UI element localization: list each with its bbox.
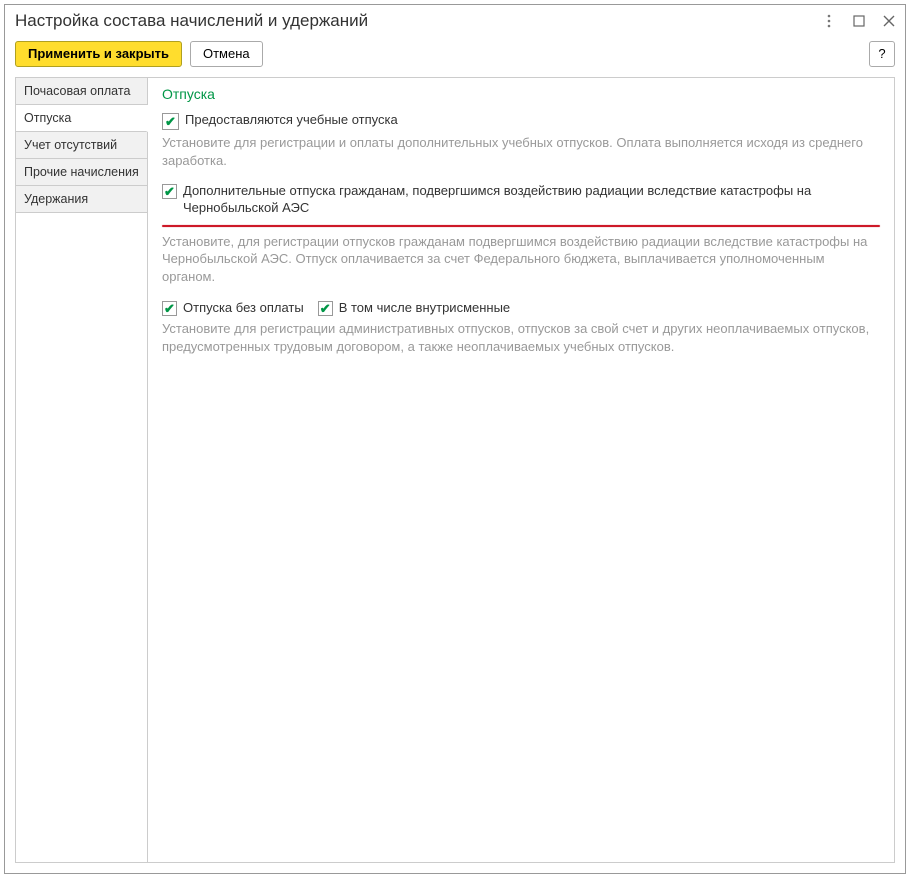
help-button[interactable]: ? xyxy=(869,41,895,67)
label-chernobyl-leave: Дополнительные отпуска гражданам, подвер… xyxy=(183,183,880,217)
apply-close-button[interactable]: Применить и закрыть xyxy=(15,41,182,67)
check-icon: ✔ xyxy=(164,302,175,315)
close-icon[interactable] xyxy=(881,13,897,29)
tab-hourly-pay[interactable]: Почасовая оплата xyxy=(16,78,147,105)
check-icon: ✔ xyxy=(320,302,331,315)
checkbox-intrashift[interactable]: ✔ xyxy=(318,301,333,316)
highlight-underline xyxy=(162,225,880,227)
option-study-leave: ✔ Предоставляются учебные отпуска xyxy=(162,112,880,130)
check-icon: ✔ xyxy=(164,185,175,198)
check-icon: ✔ xyxy=(165,115,176,128)
option-unpaid-leave: ✔ Отпуска без оплаты xyxy=(162,300,304,317)
checkbox-study-leave[interactable]: ✔ xyxy=(162,113,179,130)
main-panel: Отпуска ✔ Предоставляются учебные отпуск… xyxy=(148,78,894,862)
label-unpaid-leave: Отпуска без оплаты xyxy=(183,300,304,317)
maximize-icon[interactable] xyxy=(851,13,867,29)
option-chernobyl-leave: ✔ Дополнительные отпуска гражданам, подв… xyxy=(162,183,880,221)
label-intrashift: В том числе внутрисменные xyxy=(339,300,510,317)
cancel-button[interactable]: Отмена xyxy=(190,41,263,67)
option-intrashift: ✔ В том числе внутрисменные xyxy=(318,300,510,317)
titlebar-controls xyxy=(821,13,897,29)
checkbox-unpaid-leave[interactable]: ✔ xyxy=(162,301,177,316)
more-icon[interactable] xyxy=(821,13,837,29)
toolbar: Применить и закрыть Отмена ? xyxy=(5,35,905,77)
tab-vacations[interactable]: Отпуска xyxy=(16,105,148,132)
tab-other-accruals[interactable]: Прочие начисления xyxy=(16,159,147,186)
sidebar: Почасовая оплата Отпуска Учет отсутствий… xyxy=(16,78,148,862)
settings-window: Настройка состава начислений и удержаний… xyxy=(4,4,906,874)
option-unpaid-leave-group: ✔ Отпуска без оплаты ✔ В том числе внутр… xyxy=(162,300,880,317)
hint-study-leave: Установите для регистрации и оплаты допо… xyxy=(162,134,880,169)
label-study-leave: Предоставляются учебные отпуска xyxy=(185,112,398,129)
section-title: Отпуска xyxy=(162,86,880,102)
checkbox-chernobyl-leave[interactable]: ✔ xyxy=(162,184,177,199)
hint-chernobyl-leave: Установите, для регистрации отпусков гра… xyxy=(162,233,880,286)
titlebar: Настройка состава начислений и удержаний xyxy=(5,5,905,35)
tab-deductions[interactable]: Удержания xyxy=(16,186,147,213)
hint-unpaid-leave: Установите для регистрации административ… xyxy=(162,320,880,355)
tab-absences[interactable]: Учет отсутствий xyxy=(16,132,147,159)
window-title: Настройка состава начислений и удержаний xyxy=(15,11,821,31)
content-area: Почасовая оплата Отпуска Учет отсутствий… xyxy=(15,77,895,863)
